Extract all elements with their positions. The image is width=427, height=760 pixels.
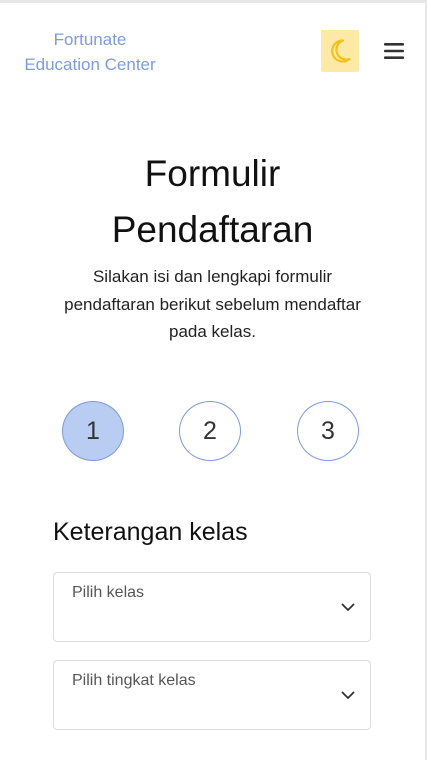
- class-select-label: Pilih kelas: [72, 584, 145, 601]
- step-1-label: 1: [86, 416, 100, 445]
- dark-mode-toggle-button[interactable]: [321, 30, 359, 72]
- registration-page: Fortunate Education Center Formulir Pend…: [0, 0, 427, 760]
- page-title-line-2: Pendaftaran: [111, 209, 314, 250]
- brand-line-1: Fortunate: [53, 30, 127, 49]
- moon-icon: [331, 39, 351, 63]
- brand-line-2: Education Center: [24, 55, 156, 74]
- hamburger-menu-button[interactable]: [380, 36, 408, 66]
- step-2-label: 2: [203, 416, 217, 445]
- section-title-class-info: Keterangan kelas: [53, 518, 248, 546]
- page-title-line-1: Formulir: [144, 153, 281, 194]
- chevron-down-icon: [341, 603, 355, 611]
- top-navbar: Fortunate Education Center: [0, 3, 425, 103]
- page-title: Formulir Pendaftaran: [0, 146, 425, 258]
- hamburger-menu-icon: [384, 43, 404, 59]
- class-level-select-label: Pilih tingkat kelas: [72, 672, 196, 689]
- chevron-down-icon: [341, 691, 355, 699]
- step-3-label: 3: [321, 416, 335, 445]
- class-level-select[interactable]: Pilih tingkat kelas: [53, 660, 371, 730]
- class-select[interactable]: Pilih kelas: [53, 572, 371, 642]
- page-subtitle: Silakan isi dan lengkapi formulir pendaf…: [64, 267, 361, 341]
- step-1-indicator[interactable]: 1: [62, 401, 124, 461]
- step-2-indicator[interactable]: 2: [179, 401, 241, 461]
- step-3-indicator[interactable]: 3: [297, 401, 359, 461]
- brand-logo-text[interactable]: Fortunate Education Center: [8, 27, 172, 77]
